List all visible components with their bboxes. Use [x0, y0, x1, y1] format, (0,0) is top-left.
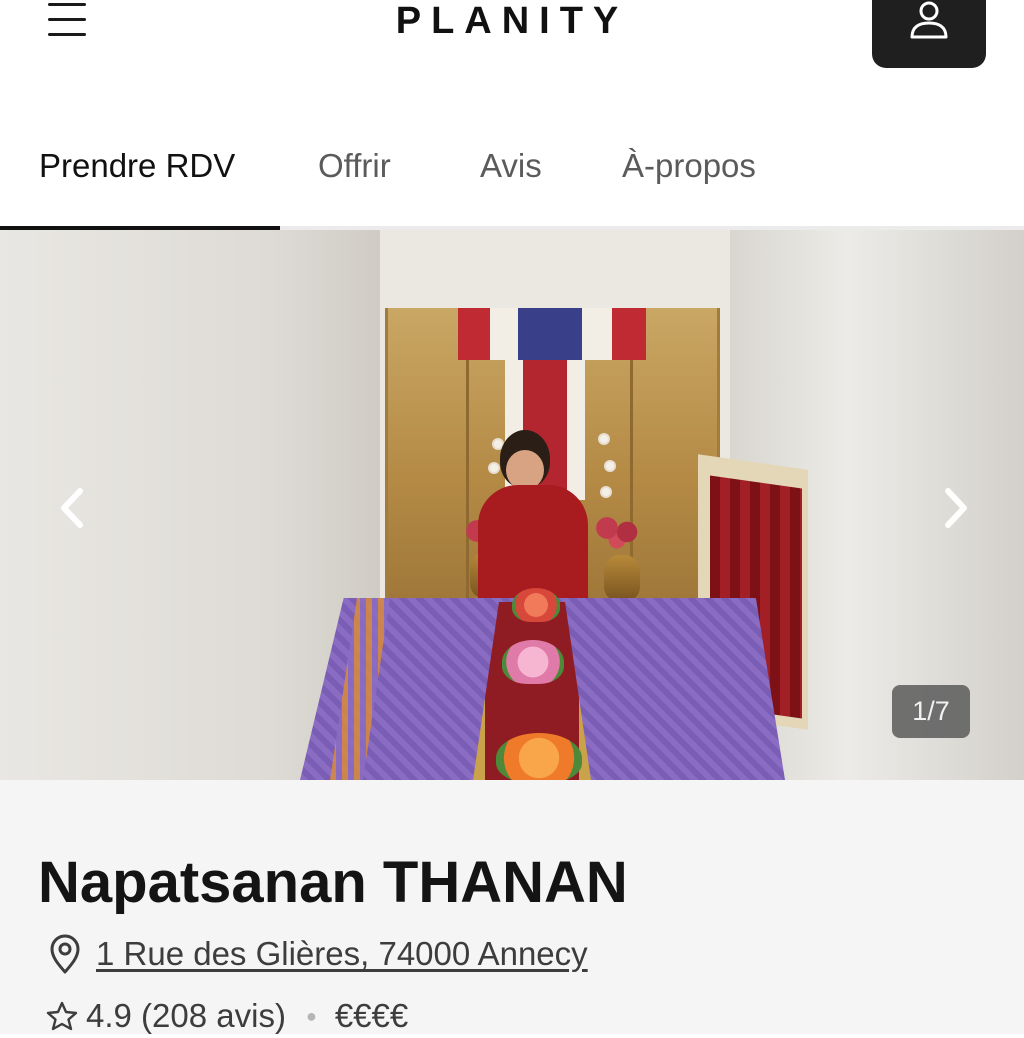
rating-text[interactable]: 4.9 (208 avis): [86, 997, 286, 1035]
tab-prendre-rdv[interactable]: Prendre RDV: [39, 146, 235, 186]
tab-a-propos[interactable]: À-propos: [622, 146, 756, 186]
location-pin-icon: [50, 934, 80, 974]
account-button[interactable]: [872, 0, 986, 68]
chevron-right-icon: [945, 488, 967, 528]
gallery-next-button[interactable]: [936, 483, 976, 533]
chevron-left-icon: [61, 488, 83, 528]
top-header: PLANITY: [0, 0, 1024, 110]
photo-gallery[interactable]: 1/7: [0, 230, 1024, 780]
price-range: €€€€: [334, 997, 409, 1034]
address-link[interactable]: 1 Rue des Glières, 74000 Annecy: [96, 935, 588, 973]
salon-name: Napatsanan THANAN: [38, 850, 628, 915]
separator-dot: ●: [305, 1005, 317, 1026]
tab-offrir[interactable]: Offrir: [318, 146, 391, 186]
planity-logo[interactable]: PLANITY: [0, 0, 1024, 42]
user-icon: [910, 1, 948, 39]
tab-avis[interactable]: Avis: [480, 146, 542, 186]
gallery-prev-button[interactable]: [52, 483, 92, 533]
star-outline-icon: [46, 1001, 78, 1031]
salon-info: Napatsanan THANAN 1 Rue des Glières, 740…: [0, 780, 1024, 1034]
address-row: 1 Rue des Glières, 74000 Annecy: [46, 930, 588, 978]
rating-row: 4.9 (208 avis) ● €€€€: [46, 994, 408, 1038]
salon-tabs: Prendre RDV Offrir Avis À-propos: [0, 110, 1024, 230]
gallery-counter: 1/7: [892, 685, 970, 738]
